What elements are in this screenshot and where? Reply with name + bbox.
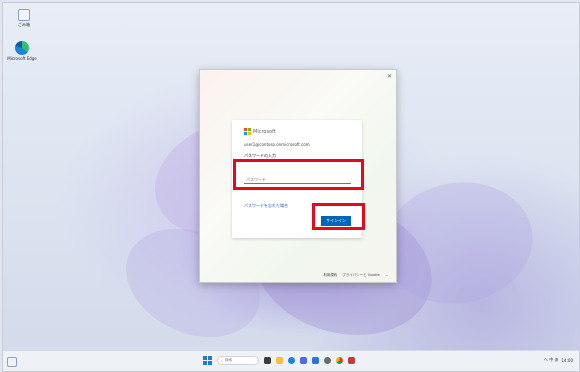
app-icon[interactable]	[348, 357, 355, 364]
widgets-icon[interactable]	[7, 357, 17, 367]
page-title: パスワードの入力	[244, 153, 276, 158]
file-explorer-icon[interactable]	[276, 357, 283, 364]
sign-in-card: Microsoft user1@contoso.onmicrosoft.com …	[232, 120, 362, 238]
recycle-bin-icon	[18, 9, 30, 21]
clock[interactable]: 14:00	[561, 358, 573, 363]
screen: ごみ箱 Microsoft Edge ✕ Microsoft user1@con…	[2, 2, 580, 372]
search-placeholder: 検索	[224, 358, 232, 362]
desktop-icon-label: ごみ箱	[18, 22, 30, 27]
forgot-password-link[interactable]: パスワードを忘れた場合	[244, 203, 288, 209]
task-view-icon[interactable]	[264, 357, 271, 364]
store-icon[interactable]	[300, 357, 307, 364]
terms-link[interactable]: 利用規約	[323, 273, 337, 278]
search-icon: ⌕	[221, 358, 223, 363]
account-email[interactable]: user1@contoso.onmicrosoft.com	[244, 142, 310, 147]
desktop-icon-recycle-bin[interactable]: ごみ箱	[7, 9, 41, 28]
dialog-footer: 利用規約 プライバシーと Cookie ...	[323, 273, 388, 278]
start-button[interactable]	[203, 356, 212, 365]
password-input[interactable]	[244, 175, 351, 184]
chrome-icon[interactable]	[336, 357, 343, 364]
taskbar: ⌕ 検索 へ 中 あ 14:00	[3, 350, 579, 371]
close-icon[interactable]: ✕	[387, 73, 392, 80]
settings-icon[interactable]	[324, 357, 331, 364]
brand-name: Microsoft	[253, 128, 276, 135]
tray-status[interactable]: へ 中 あ	[544, 357, 559, 363]
taskbar-apps: ⌕ 検索	[203, 356, 355, 365]
sign-in-button[interactable]: サインイン	[321, 216, 351, 226]
desktop-icon-edge[interactable]: Microsoft Edge	[5, 41, 39, 61]
microsoft-logo-icon	[244, 128, 251, 135]
more-options-link[interactable]: ...	[385, 273, 388, 278]
mail-icon[interactable]	[312, 357, 319, 364]
desktop-icon-label: Microsoft Edge	[7, 56, 37, 61]
system-tray: へ 中 あ 14:00	[544, 357, 573, 363]
sign-in-dialog: ✕ Microsoft user1@contoso.onmicrosoft.co…	[199, 69, 397, 283]
edge-taskbar-icon[interactable]	[288, 357, 295, 364]
taskbar-search[interactable]: ⌕ 検索	[217, 356, 259, 365]
edge-icon	[15, 41, 29, 55]
microsoft-logo: Microsoft	[244, 128, 276, 135]
privacy-link[interactable]: プライバシーと Cookie	[342, 273, 379, 278]
